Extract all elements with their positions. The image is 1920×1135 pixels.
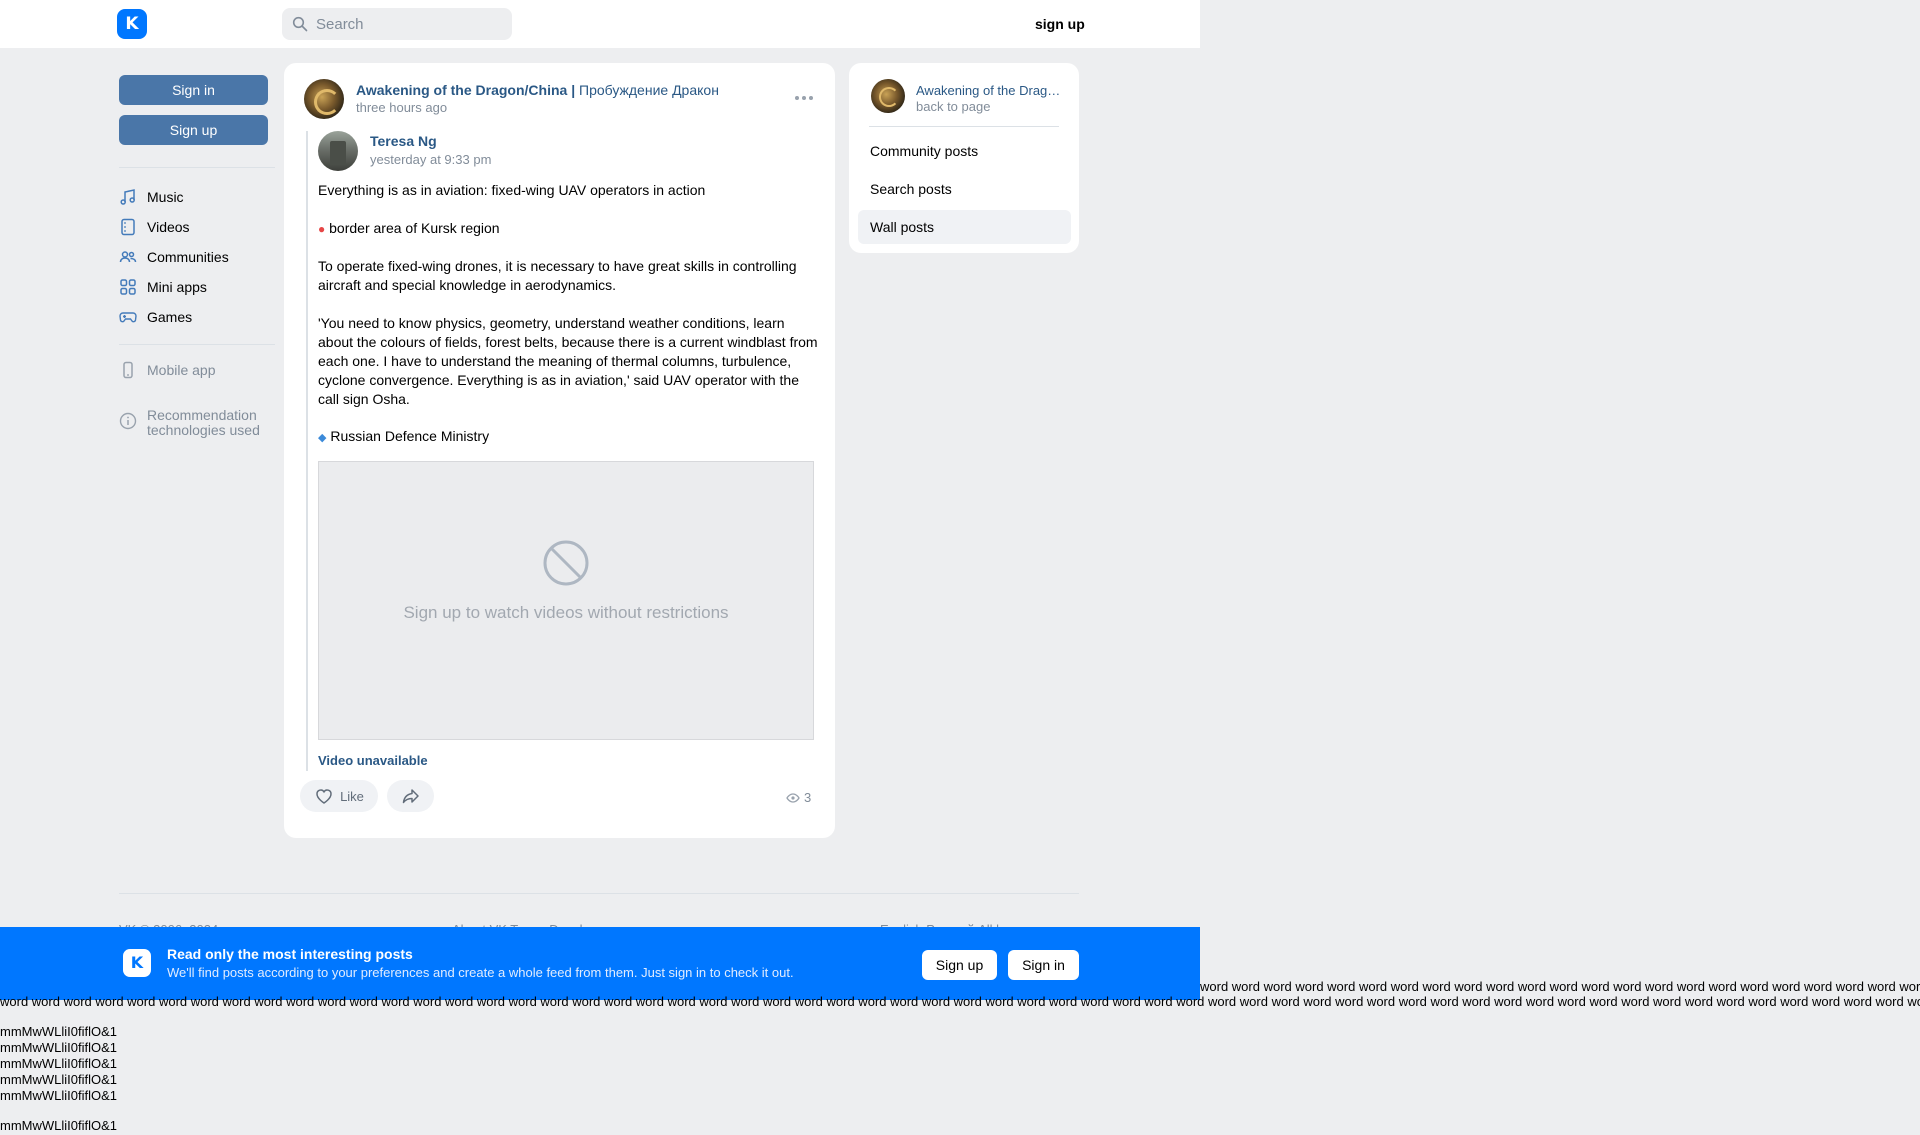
share-icon <box>402 789 419 804</box>
mono-line: mmMwWLliI0fiflO&1 <box>0 1056 118 1071</box>
post-author-name[interactable]: Awakening of the Dragon/China <box>356 82 567 98</box>
sidebar-divider <box>119 344 275 345</box>
music-icon <box>120 189 135 205</box>
sidebar-item-label: Mobile app <box>147 362 216 378</box>
gamepad-icon <box>119 312 137 323</box>
phone-icon <box>123 361 133 379</box>
post-paragraph-location: ● border area of Kursk region <box>318 219 818 239</box>
sign-up-button[interactable]: Sign up <box>119 115 268 145</box>
banner-subtitle: We'll find posts according to your prefe… <box>167 965 794 980</box>
post-card: Awakening of the Dragon/China | Пробужде… <box>284 63 835 838</box>
mono-test-lines: mmMwWLliI0fiflO&1 mmMwWLliI0fiflO&1 mmMw… <box>0 1024 117 1134</box>
sidebar-item-label: Communities <box>147 249 229 265</box>
recommendation-text: Recommendation technologies used <box>147 407 260 438</box>
post-paragraph-source: ◆ Russian Defence Ministry <box>318 427 818 448</box>
banner-sign-up-button[interactable]: Sign up <box>922 950 997 980</box>
video-signup-message: Sign up to watch videos without restrict… <box>403 602 729 622</box>
post-paragraph: To operate fixed-wing drones, it is nece… <box>318 258 797 293</box>
post-paragraph: Everything is as in aviation: fixed-wing… <box>318 182 706 198</box>
sidebar-item-label: Games <box>147 309 193 325</box>
repost-author-name[interactable]: Teresa Ng <box>370 133 437 149</box>
header-signup-link[interactable]: sign up <box>1035 16 1085 32</box>
footer-divider <box>119 893 1079 894</box>
community-avatar-small[interactable] <box>871 79 905 113</box>
sidebar-item-videos[interactable]: Videos <box>119 216 190 238</box>
overflow-words-line: word word word word word word word word … <box>1200 979 1920 994</box>
video-unavailable-label[interactable]: Video unavailable <box>318 753 428 768</box>
sidebar-item-label: Mini apps <box>147 279 207 295</box>
banner-title: Read only the most interesting posts <box>167 946 413 962</box>
heart-icon <box>316 789 332 804</box>
mono-line: mmMwWLliI0fiflO&1 <box>0 1088 118 1103</box>
video-placeholder[interactable]: Sign up to watch videos without restrict… <box>318 461 814 740</box>
vk-logo-icon: K <box>123 949 151 977</box>
more-icon[interactable] <box>794 95 814 101</box>
repost-author-avatar[interactable] <box>318 131 358 171</box>
sidebar-divider <box>119 167 275 168</box>
sidebar-item-communities[interactable]: Communities <box>119 246 229 268</box>
like-label: Like <box>340 788 364 804</box>
nav-wall-posts[interactable]: Wall posts <box>858 210 1071 244</box>
post-time[interactable]: three hours ago <box>356 100 447 115</box>
post-paragraph: 'You need to know physics, geometry, und… <box>318 315 818 407</box>
repost-divider <box>306 131 308 771</box>
back-to-page-link[interactable]: back to page <box>916 99 990 114</box>
sidebar-item-music[interactable]: Music <box>119 186 184 208</box>
sign-in-button[interactable]: Sign in <box>119 75 268 105</box>
recommendation-link[interactable]: Recommendation technologies used <box>119 408 277 438</box>
video-icon <box>121 218 135 236</box>
sidebar-item-mobile-app[interactable]: Mobile app <box>119 359 216 381</box>
overflow-words-line: word word word word word word word word … <box>0 994 1920 1009</box>
community-title-link[interactable]: Awakening of the Dragon/China | Пробужде… <box>916 83 1066 98</box>
top-header: K sign up <box>0 0 1200 48</box>
nav-search-posts[interactable]: Search posts <box>858 172 1071 206</box>
location-pin-icon: ● <box>318 222 326 236</box>
banner-sign-in-button[interactable]: Sign in <box>1008 950 1079 980</box>
source-text: Russian Defence Ministry <box>330 428 490 444</box>
sidebar-item-games[interactable]: Games <box>119 306 192 328</box>
mini-apps-icon <box>120 279 136 295</box>
diamond-icon: ◆ <box>318 432 327 444</box>
like-button[interactable]: Like <box>300 780 378 812</box>
views-counter: 3 <box>786 790 811 805</box>
mono-line: mmMwWLliI0fiflO&1 <box>0 1072 118 1087</box>
mono-gap <box>0 1104 117 1118</box>
share-button[interactable] <box>387 780 434 812</box>
vk-logo-icon[interactable]: K <box>117 9 147 39</box>
info-icon <box>119 412 137 430</box>
signin-banner: K Read only the most interesting posts W… <box>0 927 1200 1000</box>
nav-community-posts[interactable]: Community posts <box>858 134 1071 168</box>
communities-icon <box>119 251 137 263</box>
sidebar-item-mini-apps[interactable]: Mini apps <box>119 276 207 298</box>
community-avatar[interactable] <box>304 79 344 119</box>
location-text: border area of Kursk region <box>329 220 500 236</box>
mono-line: mmMwWLliI0fiflO&1 <box>0 1040 118 1055</box>
post-author[interactable]: Awakening of the Dragon/China | Пробужде… <box>356 82 719 98</box>
sidebar-item-label: Music <box>147 189 184 205</box>
eye-icon <box>786 792 800 803</box>
search-input[interactable] <box>316 15 496 33</box>
sidebar-item-label: Videos <box>147 219 190 235</box>
search-box[interactable] <box>282 8 512 40</box>
views-count: 3 <box>804 790 812 805</box>
search-icon <box>292 16 308 32</box>
post-author-subtitle[interactable]: Пробуждение Дракон <box>579 82 719 98</box>
community-nav-card: Awakening of the Dragon/China | Пробужде… <box>849 63 1079 253</box>
card-divider <box>869 126 1059 127</box>
mono-line: mmMwWLliI0fiflO&1 <box>0 1118 118 1133</box>
repost-time[interactable]: yesterday at 9:33 pm <box>370 152 491 167</box>
mono-line: mmMwWLliI0fiflO&1 <box>0 1024 118 1039</box>
blocked-icon <box>543 540 589 585</box>
